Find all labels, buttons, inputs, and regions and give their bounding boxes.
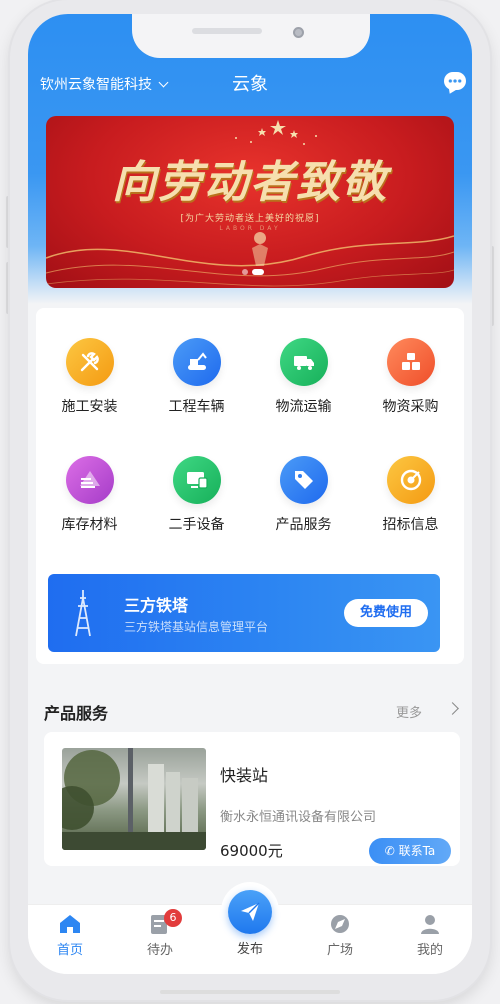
tab-label: 首页 (56, 943, 83, 958)
promo-description: 三方铁塔基站信息管理平台 (124, 620, 269, 634)
tab-mine[interactable]: 我的 (400, 913, 460, 958)
power-button (490, 246, 494, 326)
contact-button[interactable]: ✆ 联系Ta (369, 838, 451, 864)
category-procurement[interactable]: 物资采购 (357, 338, 464, 416)
category-label: 产品服务 (275, 517, 332, 533)
category-card: 施工安装 工程车辆 物流运输 物资采购 库存材料 二手设备 产品服务 招标信息 … (36, 308, 464, 664)
tab-label: 待办 (146, 943, 173, 958)
category-label: 物资采购 (382, 399, 439, 415)
category-inventory[interactable]: 库存材料 (36, 456, 143, 534)
stack-icon (65, 456, 114, 504)
banner-carousel[interactable]: 向劳动者致敬 [为广大劳动者送上美好的祝愿] LABOR DAY (46, 116, 454, 288)
tab-home[interactable]: 首页 (40, 913, 100, 958)
app-title: 云象 (232, 74, 268, 95)
more-link[interactable]: 更多 (396, 702, 422, 721)
category-label: 施工安装 (61, 399, 118, 415)
promo-banner[interactable]: 三方铁塔 三方铁塔基站信息管理平台 免费使用 (48, 574, 440, 652)
category-grid: 施工安装 工程车辆 物流运输 物资采购 库存材料 二手设备 产品服务 招标信息 (36, 338, 464, 534)
category-bidding[interactable]: 招标信息 (357, 456, 464, 534)
banner-headline: 向劳动者致敬 (112, 157, 388, 208)
home-icon (60, 915, 80, 933)
carousel-dot (242, 269, 248, 275)
free-use-button[interactable]: 免费使用 (344, 599, 428, 627)
devices-icon (172, 456, 221, 504)
wrench-screwdriver-icon (65, 338, 114, 386)
category-logistics[interactable]: 物流运输 (250, 338, 357, 416)
product-company: 衡水永恒通讯设备有限公司 (220, 810, 377, 825)
section-title: 产品服务 (44, 704, 109, 723)
category-construction[interactable]: 施工安装 (36, 338, 143, 416)
category-label: 物流运输 (275, 399, 332, 415)
todo-badge: 6 (164, 909, 182, 927)
publish-button[interactable] (228, 890, 272, 934)
user-icon (421, 915, 439, 934)
product-price: 69000元 (220, 842, 283, 860)
category-product-service[interactable]: 产品服务 (250, 456, 357, 534)
tag-icon (279, 456, 328, 504)
category-label: 库存材料 (61, 517, 118, 533)
tab-label-publish[interactable]: 发布 (221, 938, 279, 957)
product-card[interactable]: 快装站 衡水永恒通讯设备有限公司 69000元 ✆ 联系Ta (44, 732, 460, 866)
tab-plaza[interactable]: 广场 (310, 913, 370, 958)
compass-icon (331, 915, 349, 933)
tab-label: 广场 (326, 943, 353, 958)
promo-title: 三方铁塔 (124, 596, 189, 615)
tab-label: 我的 (416, 943, 443, 958)
category-used-equipment[interactable]: 二手设备 (143, 456, 250, 534)
carousel-indicator (242, 269, 264, 275)
product-name: 快装站 (220, 766, 269, 785)
banner-swirl (46, 232, 454, 287)
phone-notch (132, 14, 370, 58)
category-label: 招标信息 (382, 517, 439, 533)
carousel-dot-active (252, 269, 264, 275)
home-indicator (160, 990, 340, 994)
category-label: 工程车辆 (168, 399, 225, 415)
chat-icon[interactable] (444, 72, 466, 90)
truck-icon (279, 338, 328, 386)
tower-icon (75, 590, 91, 637)
chevron-right-icon[interactable] (446, 702, 459, 715)
product-image (62, 748, 206, 850)
excavator-icon (172, 338, 221, 386)
paper-plane-icon (241, 902, 260, 921)
contact-label: 联系Ta (398, 844, 436, 858)
phone-icon: ✆ (384, 844, 399, 858)
category-vehicles[interactable]: 工程车辆 (143, 338, 250, 416)
tab-todo[interactable]: 6 待办 (130, 909, 190, 958)
boxes-icon (386, 338, 435, 386)
category-label: 二手设备 (168, 517, 225, 533)
target-icon (386, 456, 435, 504)
app-screen: 钦州云象智能科技 云象 向劳动者致敬 [为广大劳动者送上美好的祝愿] LABOR… (28, 14, 472, 974)
